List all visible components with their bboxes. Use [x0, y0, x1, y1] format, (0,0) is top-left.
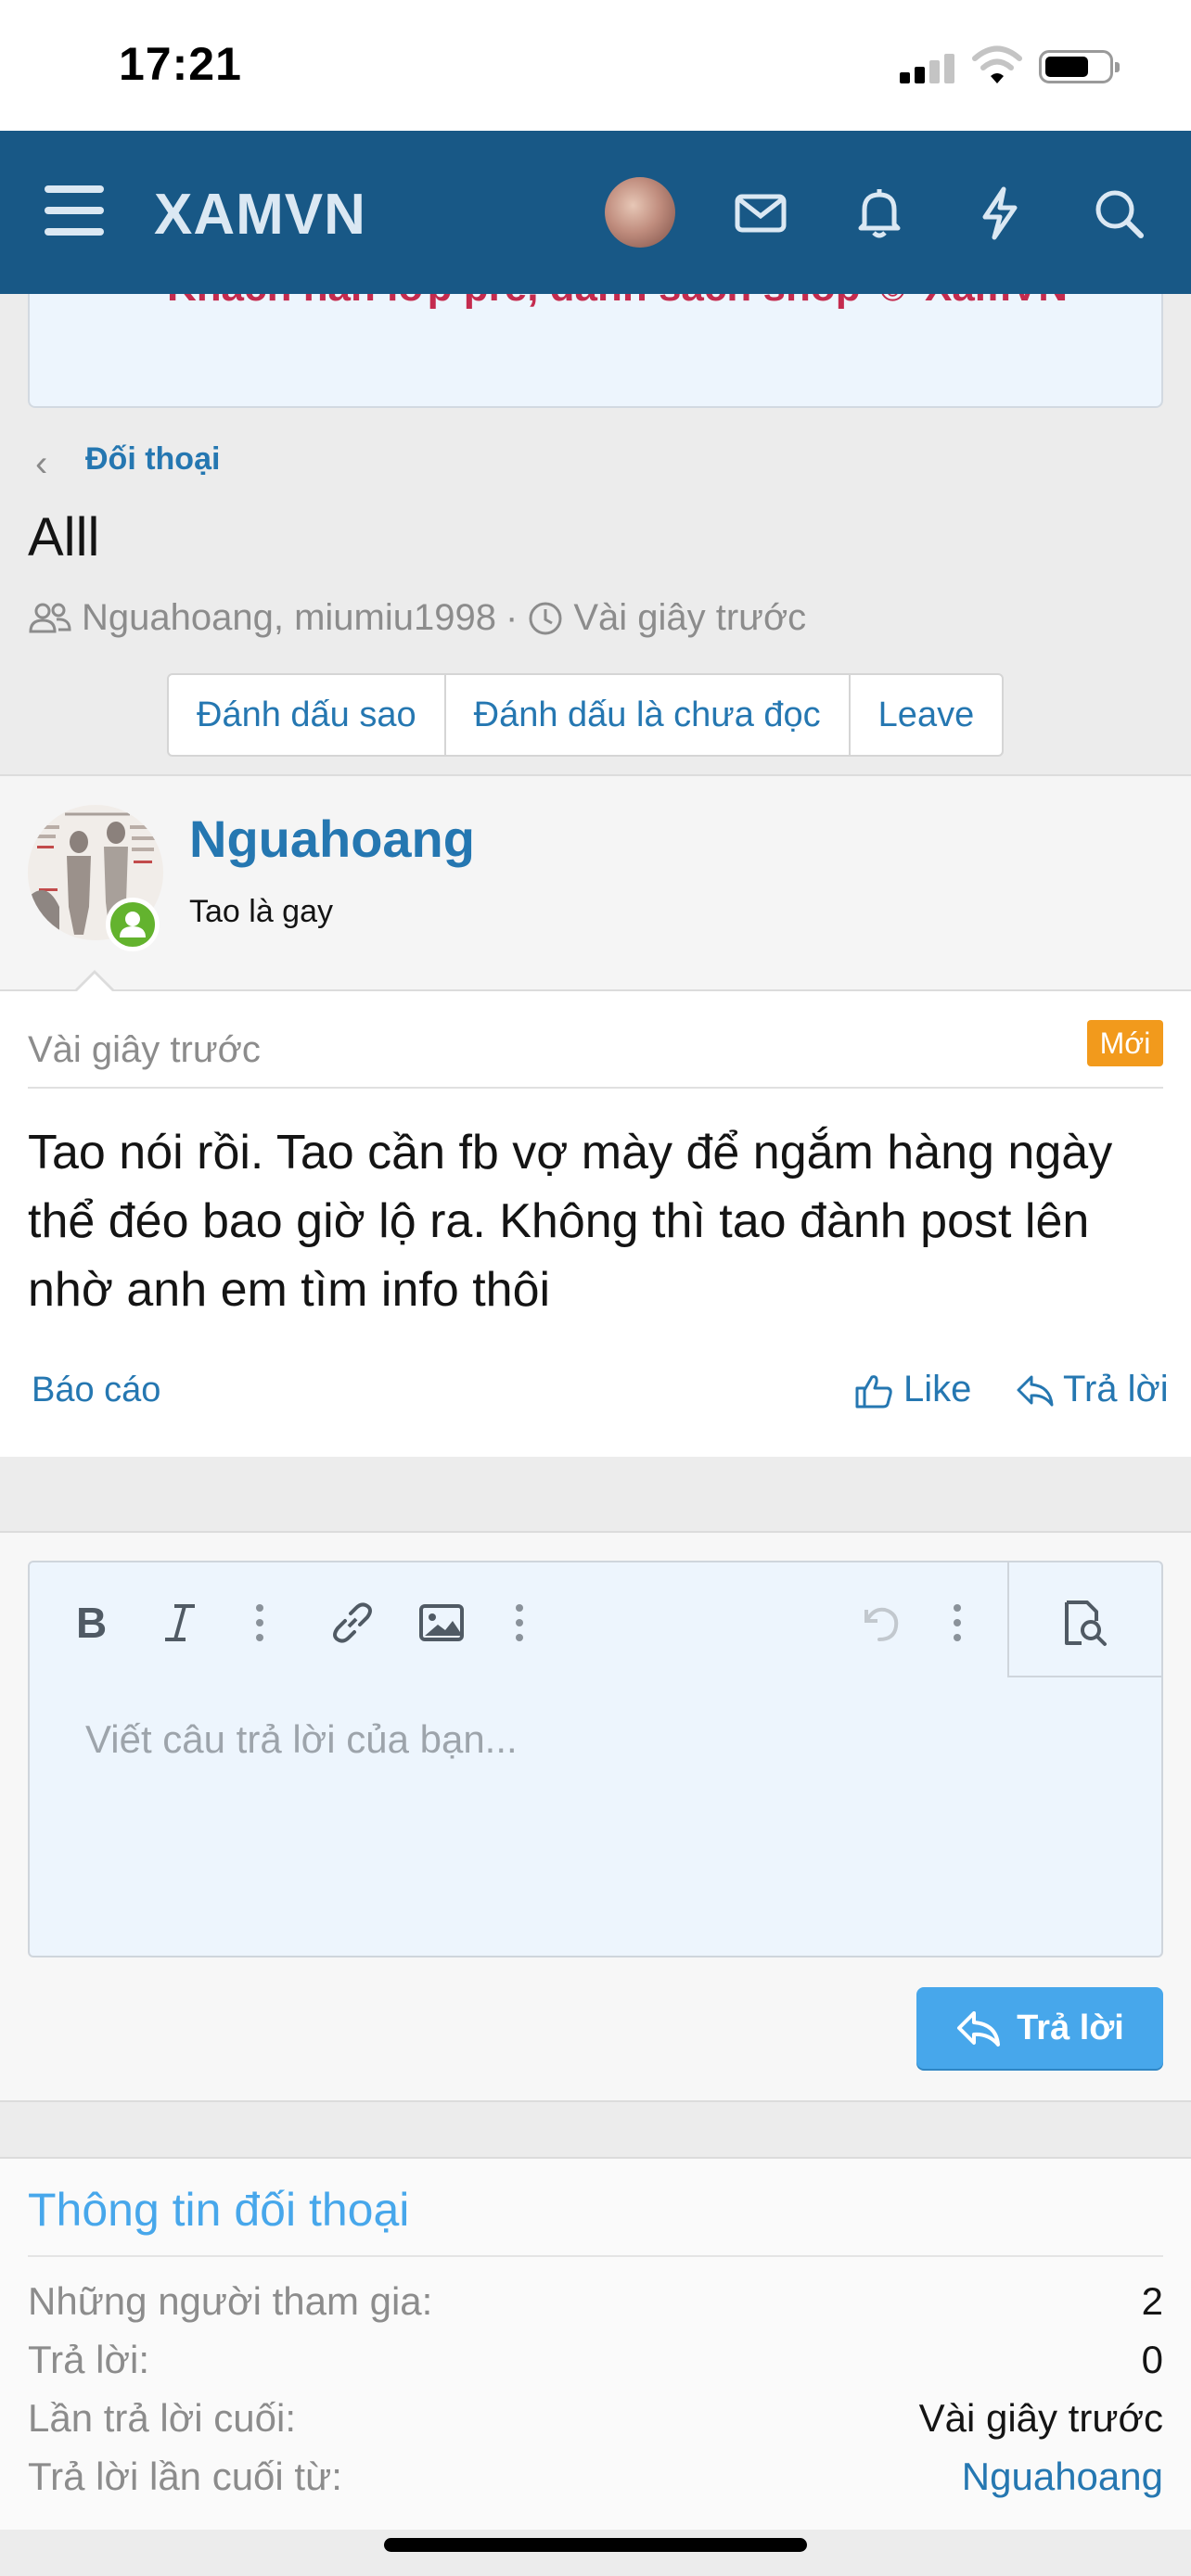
- info-row: Trả lời lần cuối từ: Nguahoang: [28, 2455, 1163, 2499]
- conversation-meta: Nguahoang, miumiu1998 · Vài giây trước: [28, 597, 806, 639]
- hamburger-menu-icon[interactable]: [45, 185, 104, 236]
- undo-icon[interactable]: [853, 1597, 905, 1649]
- info-title: Thông tin đối thoại: [28, 2184, 410, 2236]
- message-user-header: [0, 774, 1191, 991]
- toolbar-divider-bottom: [1009, 1676, 1161, 1677]
- user-avatar[interactable]: [605, 177, 675, 248]
- inbox-icon[interactable]: [733, 185, 788, 241]
- battery-icon: [1039, 50, 1120, 83]
- chevron-left-icon[interactable]: ‹: [35, 443, 47, 485]
- preview-icon[interactable]: [1057, 1597, 1109, 1649]
- mark-unread-button[interactable]: Đánh dấu là chưa đọc: [446, 675, 851, 755]
- lightning-icon[interactable]: [972, 185, 1028, 241]
- conversation-actions: Đánh dấu sao Đánh dấu là chưa đọc Leave: [167, 673, 1005, 757]
- user-title: Tao là gay: [189, 894, 333, 929]
- reply-submit-label: Trả lời: [1017, 2008, 1124, 2047]
- search-icon[interactable]: [1091, 185, 1146, 241]
- info-label: Trả lời:: [28, 2338, 149, 2381]
- more-options-icon[interactable]: [234, 1597, 286, 1649]
- info-row: Những người tham gia: 2: [28, 2279, 1163, 2324]
- info-value: Vài giây trước: [918, 2396, 1163, 2440]
- info-row: Lần trả lời cuối: Vài giây trước: [28, 2396, 1163, 2441]
- thumbs-up-icon: [855, 1374, 892, 1408]
- info-label: Những người tham gia:: [28, 2279, 433, 2323]
- reply-label: Trả lời: [1063, 1369, 1169, 1409]
- wifi-icon: [972, 45, 1022, 85]
- cellular-signal-icon: [900, 54, 955, 83]
- reply-link[interactable]: Trả lời: [1015, 1369, 1169, 1410]
- page-title: Alll: [28, 507, 100, 567]
- star-button[interactable]: Đánh dấu sao: [169, 675, 446, 755]
- info-value: 0: [1141, 2338, 1163, 2381]
- message-username[interactable]: Nguahoang: [189, 809, 475, 869]
- reply-arrow-icon: [957, 2011, 1001, 2047]
- info-label: Trả lời lần cuối từ:: [28, 2455, 342, 2498]
- conversation-time: Vài giây trước: [573, 597, 807, 638]
- more-insert-icon[interactable]: [493, 1597, 545, 1649]
- info-divider: [28, 2255, 1163, 2257]
- svg-text:B: B: [76, 1599, 107, 1647]
- message-arrow-fill: [76, 974, 113, 992]
- clock-icon: [529, 602, 562, 634]
- info-value: 2: [1141, 2279, 1163, 2323]
- users-icon: [29, 603, 71, 632]
- bell-icon[interactable]: [852, 185, 907, 241]
- bold-icon[interactable]: B: [67, 1597, 119, 1649]
- info-row: Trả lời: 0: [28, 2338, 1163, 2382]
- site-logo[interactable]: XAMVN: [154, 182, 366, 248]
- last-replier-link[interactable]: Nguahoang: [962, 2455, 1163, 2499]
- new-badge: Mới: [1087, 1020, 1163, 1066]
- report-link[interactable]: Báo cáo: [32, 1371, 160, 1410]
- like-label: Like: [903, 1369, 972, 1409]
- message-divider: [28, 1087, 1163, 1089]
- italic-icon[interactable]: [154, 1597, 206, 1649]
- message-date[interactable]: Vài giây trước: [28, 1029, 261, 1071]
- reply-input-placeholder[interactable]: Viết câu trả lời của bạn...: [85, 1717, 518, 1762]
- more-tools-icon[interactable]: [931, 1597, 983, 1649]
- meta-separator: ·: [505, 597, 519, 638]
- message-text: Tao nói rồi. Tao cần fb vợ mày để ngắm h…: [28, 1126, 1113, 1317]
- reply-submit-button[interactable]: Trả lời: [916, 1987, 1163, 2069]
- reply-icon: [1017, 1375, 1054, 1406]
- link-icon[interactable]: [327, 1597, 378, 1649]
- home-indicator[interactable]: [384, 2538, 807, 2552]
- info-label: Lần trả lời cuối:: [28, 2396, 297, 2440]
- toolbar-divider: [1007, 1562, 1009, 1677]
- image-icon[interactable]: [416, 1597, 467, 1649]
- leave-button[interactable]: Leave: [851, 675, 1003, 755]
- participants[interactable]: Nguahoang, miumiu1998: [82, 597, 496, 639]
- like-button[interactable]: Like: [853, 1369, 971, 1410]
- status-time: 17:21: [119, 38, 242, 90]
- online-status-icon: [106, 898, 160, 951]
- breadcrumb[interactable]: Đối thoại: [85, 441, 220, 478]
